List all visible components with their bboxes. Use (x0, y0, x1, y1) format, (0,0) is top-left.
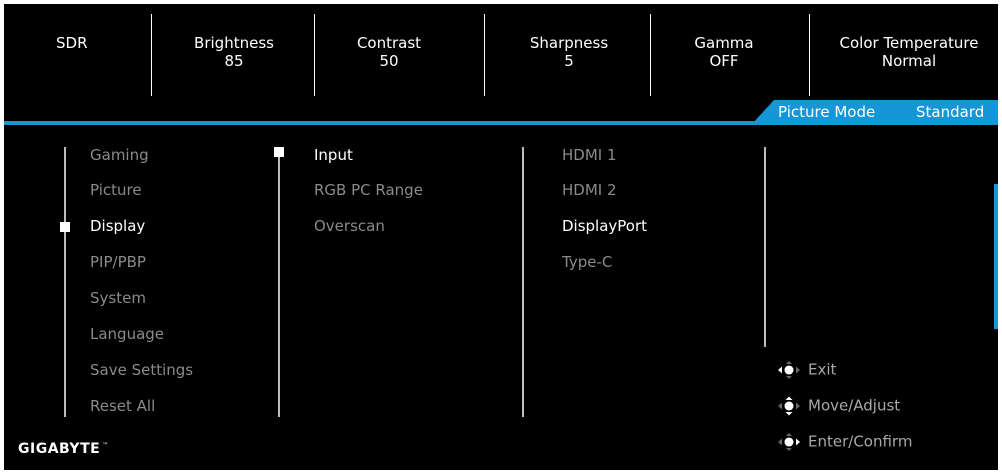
joystick-press-icon (778, 433, 800, 451)
option-type-c[interactable]: Type-C (562, 253, 612, 271)
main-menu-line (64, 147, 66, 417)
hint-move-label: Move/Adjust (808, 396, 901, 415)
gamma-status: Gamma OFF (674, 34, 774, 70)
brightness-label: Brightness (194, 34, 274, 52)
osd-menu: SDR Brightness 85 Contrast 50 Sharpness … (4, 4, 998, 470)
status-divider (151, 14, 152, 96)
scroll-indicator (994, 184, 998, 329)
menu-item-reset-all[interactable]: Reset All (90, 397, 155, 415)
brightness-status: Brightness 85 (174, 34, 294, 70)
joystick-updown-icon (778, 396, 800, 416)
sub-menu-line (278, 147, 280, 417)
gigabyte-logo: GIGABYTE ™ (18, 441, 109, 457)
main-menu-selection-marker (60, 222, 70, 232)
option-hdmi-2[interactable]: HDMI 2 (562, 181, 617, 199)
menu-item-picture[interactable]: Picture (90, 181, 142, 199)
contrast-status: Contrast 50 (324, 34, 454, 70)
hint-line (764, 147, 766, 347)
gamma-value: OFF (709, 52, 739, 70)
hint-confirm-label: Enter/Confirm (808, 432, 913, 451)
joystick-left-icon (778, 361, 800, 379)
sharpness-label: Sharpness (529, 34, 609, 52)
status-divider (650, 14, 651, 96)
status-divider (809, 14, 810, 96)
sharpness-status: Sharpness 5 (504, 34, 634, 70)
menu-item-system[interactable]: System (90, 289, 146, 307)
menu-item-display[interactable]: Display (90, 217, 145, 235)
brand-name: GIGABYTE (18, 441, 101, 457)
status-divider (484, 14, 485, 96)
menu-item-save-settings[interactable]: Save Settings (90, 361, 193, 379)
hint-move: Move/Adjust (776, 396, 900, 416)
picture-mode-value: Standard (916, 103, 985, 121)
brand-trademark: ™ (102, 442, 109, 450)
hint-confirm: Enter/Confirm (776, 432, 912, 452)
hint-exit-label: Exit (808, 360, 837, 379)
submenu-item-rgb-pc-range[interactable]: RGB PC Range (314, 181, 423, 199)
picture-mode-divider (4, 121, 998, 125)
menu-item-language[interactable]: Language (90, 325, 164, 343)
brightness-value: 85 (224, 52, 244, 70)
hdr-mode-label: SDR (56, 34, 88, 52)
contrast-value: 50 (379, 52, 399, 70)
status-bar: SDR Brightness 85 Contrast 50 Sharpness … (4, 4, 998, 96)
menu-item-pip-pbp[interactable]: PIP/PBP (90, 253, 146, 271)
submenu-item-input[interactable]: Input (314, 146, 353, 164)
hdr-mode-status: SDR (56, 34, 88, 52)
gamma-label: Gamma (694, 34, 754, 52)
sharpness-value: 5 (564, 52, 574, 70)
options-line (522, 147, 524, 417)
status-divider (314, 14, 315, 96)
color-temperature-status: Color Temperature Normal (814, 34, 998, 70)
picture-mode-label: Picture Mode (778, 103, 876, 121)
submenu-item-overscan[interactable]: Overscan (314, 217, 385, 235)
color-temperature-value: Normal (881, 52, 937, 70)
sub-menu-selection-marker (274, 147, 284, 157)
menu-item-gaming[interactable]: Gaming (90, 146, 149, 164)
contrast-label: Contrast (356, 34, 422, 52)
option-hdmi-1[interactable]: HDMI 1 (562, 146, 617, 164)
color-temperature-label: Color Temperature (839, 34, 979, 52)
option-displayport[interactable]: DisplayPort (562, 217, 647, 235)
hint-exit: Exit (776, 360, 836, 380)
